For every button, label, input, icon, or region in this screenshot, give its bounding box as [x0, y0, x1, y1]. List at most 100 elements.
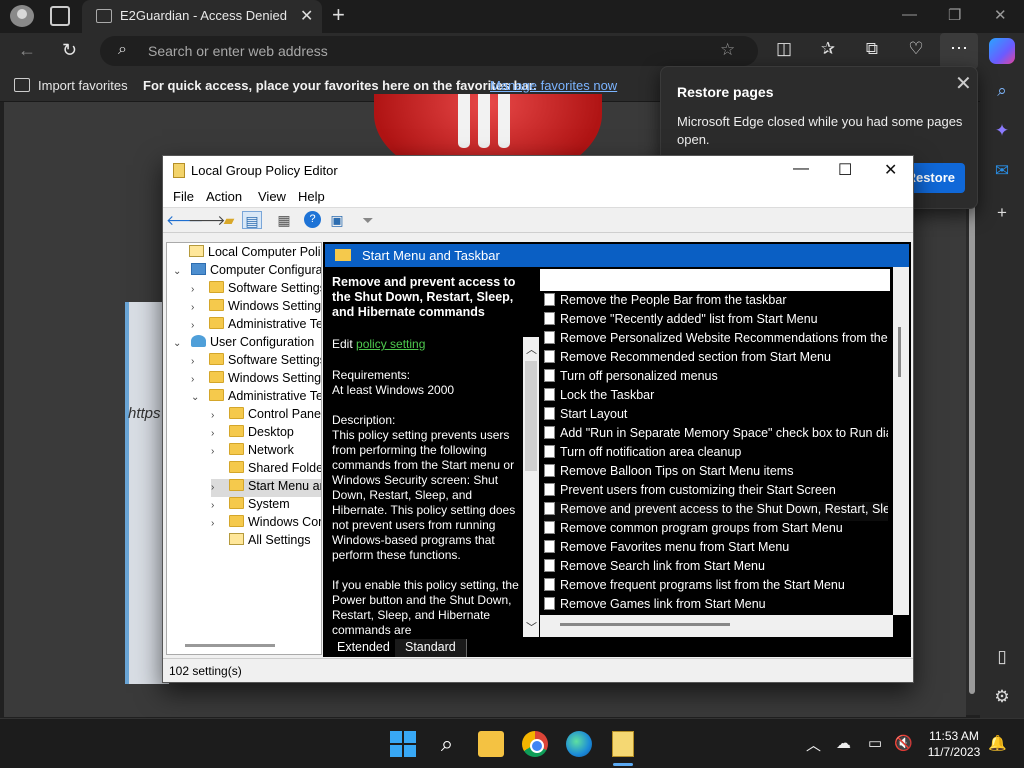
tree-node[interactable]: Shared Folders — [211, 461, 321, 479]
back-arrow-icon[interactable]: 🡐 — [166, 211, 204, 229]
expanded-chevron-icon[interactable]: ⌄ — [173, 266, 191, 277]
description-scrollbar[interactable]: ︿ ﹀ — [523, 337, 539, 637]
gpe-close-icon[interactable]: ✕ — [884, 160, 897, 180]
setting-row[interactable]: Lock the Taskbar — [544, 388, 888, 407]
tree-node[interactable]: › Start Menu and Taskbar — [211, 479, 321, 497]
policy-tree[interactable]: Local Computer Policy ⌄ Computer Configura… — [166, 242, 322, 655]
tree-hscrollbar-thumb[interactable] — [185, 644, 275, 647]
setting-row[interactable]: Prevent users from customizing their Sta… — [544, 483, 888, 502]
setting-row[interactable]: Remove Recommended section from Start Me… — [544, 350, 888, 369]
tree-node[interactable]: › Windows Settings — [191, 299, 321, 317]
taskbar-clock[interactable]: 11:53 AM 11/7/2023 — [918, 728, 990, 760]
settings-list-vthumb[interactable] — [898, 327, 901, 377]
collections-icon[interactable]: ⧉ — [860, 39, 884, 59]
scroll-down-icon[interactable]: ﹀ — [526, 619, 537, 635]
setting-row[interactable]: Turn off personalized menus — [544, 369, 888, 388]
collapsed-chevron-icon[interactable]: › — [211, 518, 229, 529]
setting-row[interactable]: Remove Balloon Tips on Start Menu items — [544, 464, 888, 483]
file-explorer-icon[interactable] — [478, 731, 504, 757]
description-scrollbar-thumb[interactable] — [525, 361, 537, 471]
properties-icon[interactable]: ▣ — [327, 211, 347, 229]
collapsed-chevron-icon[interactable]: › — [191, 284, 209, 295]
browser-essentials-icon[interactable]: ♡ — [904, 39, 928, 59]
minimize-icon[interactable]: — — [902, 6, 917, 23]
tree-node[interactable]: › Software Settings — [191, 281, 321, 299]
address-input[interactable]: Search or enter web address — [148, 43, 328, 59]
collapsed-chevron-icon[interactable]: › — [191, 320, 209, 331]
volume-muted-icon[interactable]: 🔇 — [894, 734, 913, 752]
restore-window-icon[interactable]: ❐ — [948, 6, 961, 24]
sidebar-add-icon[interactable]: + — [990, 203, 1014, 223]
tree-node[interactable]: ⌄ Computer Configuration — [173, 263, 321, 281]
sidebar-search-icon[interactable]: ⌕ — [990, 81, 1014, 101]
tree-node[interactable]: › Network — [211, 443, 294, 461]
tree-node[interactable]: Local Computer Policy — [171, 245, 321, 263]
setting-row[interactable]: Remove "Recently added" list from Start … — [544, 312, 888, 331]
edit-policy-setting-link[interactable]: policy setting — [356, 337, 425, 351]
help-icon[interactable]: ? — [304, 211, 321, 228]
settings-list-header[interactable] — [540, 269, 890, 291]
profile-avatar-icon[interactable] — [10, 5, 34, 27]
setting-row[interactable]: Add "Run in Separate Memory Space" check… — [544, 426, 888, 445]
gpe-minimize-icon[interactable]: — — [793, 160, 809, 178]
edge-icon[interactable] — [566, 731, 592, 757]
setting-row[interactable]: Remove Favorites menu from Start Menu — [544, 540, 888, 559]
gpe-maximize-icon[interactable]: ☐ — [838, 160, 852, 180]
settings-list-hthumb[interactable] — [560, 623, 730, 626]
menu-file[interactable]: File — [173, 189, 194, 204]
tree-node[interactable]: › Software Settings — [191, 353, 321, 371]
import-favorites-link[interactable]: Import favorites — [38, 78, 128, 93]
collapsed-chevron-icon[interactable]: › — [211, 482, 229, 493]
favorites-icon[interactable]: ✰ — [816, 39, 840, 59]
copilot-icon[interactable] — [989, 38, 1015, 64]
manage-favorites-link[interactable]: Manage favorites now — [490, 78, 617, 93]
new-tab-icon[interactable]: + — [332, 2, 345, 28]
tree-node[interactable]: All Settings — [211, 533, 311, 551]
menu-view[interactable]: View — [258, 189, 286, 204]
setting-row[interactable]: Turn off notification area cleanup — [544, 445, 888, 464]
network-icon[interactable]: ▭ — [868, 734, 882, 752]
menu-help[interactable]: Help — [298, 189, 325, 204]
menu-action[interactable]: Action — [206, 189, 242, 204]
sidebar-copilot-icon[interactable]: ✦ — [990, 121, 1014, 141]
collapsed-chevron-icon[interactable]: › — [211, 410, 229, 421]
tree-node[interactable]: › Administrative Templates — [191, 317, 321, 335]
chrome-icon[interactable] — [522, 731, 548, 757]
collapsed-chevron-icon[interactable]: › — [211, 500, 229, 511]
gpe-title-bar[interactable]: Local Group Policy Editor — ☐ ✕ — [163, 156, 913, 185]
sidebar-settings-gear-icon[interactable]: ⚙ — [990, 687, 1014, 707]
settings-list-body[interactable]: Remove the People Bar from the taskbar Re… — [540, 293, 890, 611]
tree-node[interactable]: › System — [211, 497, 290, 515]
tab-close-icon[interactable]: ✕ — [300, 6, 313, 26]
setting-row[interactable]: Remove common program groups from Start … — [544, 521, 888, 540]
settings-list-vscrollbar[interactable] — [893, 267, 909, 615]
browser-tab-active[interactable]: E2Guardian - Access Denied ✕ — [82, 0, 322, 33]
collapsed-chevron-icon[interactable]: › — [191, 374, 209, 385]
add-favorite-star-icon[interactable]: ☆ — [720, 40, 735, 60]
setting-row[interactable]: Remove Games link from Start Menu — [544, 597, 888, 611]
export-list-icon[interactable]: ▦ — [274, 211, 294, 229]
show-hidden-icons-chevron-icon[interactable]: ︿ — [806, 734, 821, 755]
address-bar[interactable]: ⌕ Search or enter web address ☆ — [100, 36, 758, 66]
up-folder-icon[interactable]: ▰ — [219, 211, 239, 229]
setting-row[interactable]: Remove frequent programs list from the S… — [544, 578, 888, 597]
split-screen-icon[interactable]: ◫ — [772, 39, 796, 59]
collapsed-chevron-icon[interactable]: › — [211, 446, 229, 457]
sidebar-outlook-icon[interactable]: ✉ — [990, 161, 1014, 181]
settings-list-hscrollbar[interactable] — [540, 615, 893, 637]
tree-node[interactable]: ⌄ User Configuration — [173, 335, 314, 353]
notifications-bell-icon[interactable]: 🔔 — [988, 734, 1007, 752]
expanded-chevron-icon[interactable]: ⌄ — [173, 338, 191, 349]
collapsed-chevron-icon[interactable]: › — [191, 302, 209, 313]
tree-node[interactable]: › Windows Settings — [191, 371, 321, 389]
scroll-up-icon[interactable]: ︿ — [526, 341, 537, 357]
import-favorites-icon[interactable] — [14, 78, 30, 92]
tab-standard[interactable]: Standard — [395, 639, 467, 657]
onedrive-cloud-icon[interactable]: ☁ — [836, 734, 851, 752]
tree-node[interactable]: › Windows Components — [211, 515, 321, 533]
forward-arrow-icon[interactable]: 🡒 — [188, 211, 226, 229]
taskbar-search-icon[interactable]: ⌕ — [434, 731, 460, 757]
setting-row[interactable]: Remove and prevent access to the Shut Do… — [544, 502, 888, 521]
tree-node[interactable]: › Desktop — [211, 425, 294, 443]
tree-node[interactable]: › Control Panel — [211, 407, 321, 425]
